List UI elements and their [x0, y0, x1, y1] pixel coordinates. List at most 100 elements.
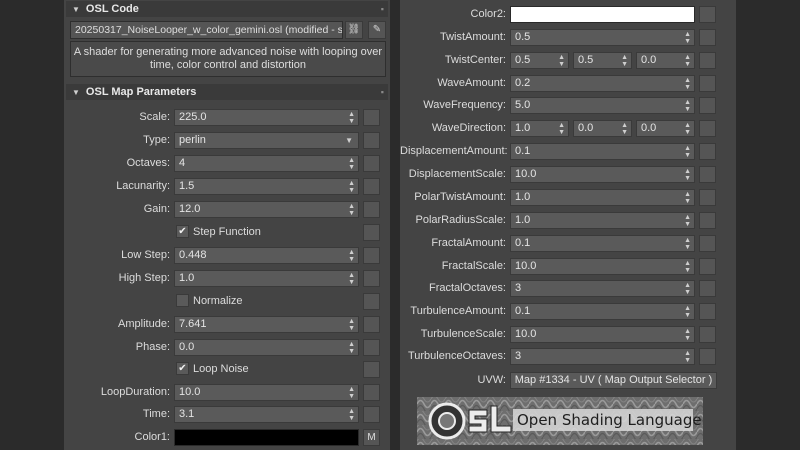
step-function-checkbox[interactable]: ✔ [176, 224, 189, 238]
displacement-amount-map-button[interactable] [699, 143, 716, 160]
color1-swatch[interactable] [174, 429, 359, 446]
loop-noise-toggle[interactable]: ✔ Loop Noise [176, 361, 249, 378]
spinner-arrows-icon[interactable]: ▲ ▼ [348, 156, 355, 171]
spinner-arrows-icon[interactable]: ▲ ▼ [684, 53, 691, 68]
eyedropper-button[interactable]: ✎ [368, 21, 386, 39]
time-map-button[interactable] [363, 406, 380, 423]
twist-center-z-spinner[interactable]: 0.0 ▲ ▼ [636, 52, 695, 69]
spinner-arrows-icon[interactable]: ▲ ▼ [348, 248, 355, 263]
step-function-map-button[interactable] [363, 224, 380, 241]
osl-map-parameters-rollout-header[interactable]: ▼ OSL Map Parameters ▪ [66, 84, 388, 100]
loop-noise-map-button[interactable] [363, 361, 380, 378]
wave-direction-y-spinner[interactable]: 0.0 ▲ ▼ [573, 120, 632, 137]
twist-center-x-spinner[interactable]: 0.5 ▲ ▼ [510, 52, 569, 69]
polar-twist-amount-spinner[interactable]: 1.0 ▲ ▼ [510, 189, 695, 206]
time-spinner[interactable]: 3.1 ▲ ▼ [174, 406, 359, 423]
spinner-arrows-icon[interactable]: ▲ ▼ [348, 179, 355, 194]
amplitude-map-button[interactable] [363, 316, 380, 333]
fractal-amount-spinner[interactable]: 0.1 ▲ ▼ [510, 235, 695, 252]
normalize-map-button[interactable] [363, 293, 380, 310]
spinner-arrows-icon[interactable]: ▲ ▼ [348, 340, 355, 355]
wave-frequency-map-button[interactable] [699, 97, 716, 114]
polar-radius-scale-map-button[interactable] [699, 212, 716, 229]
scale-spinner[interactable]: 225.0 ▲ ▼ [174, 109, 359, 126]
spinner-arrows-icon[interactable]: ▲ ▼ [684, 167, 691, 182]
spinner-arrows-icon[interactable]: ▲ ▼ [684, 30, 691, 45]
spinner-arrows-icon[interactable]: ▲ ▼ [684, 144, 691, 159]
turbulence-scale-map-button[interactable] [699, 326, 716, 343]
scale-map-button[interactable] [363, 109, 380, 126]
spinner-arrows-icon[interactable]: ▲ ▼ [348, 110, 355, 125]
amplitude-spinner[interactable]: 7.641 ▲ ▼ [174, 316, 359, 333]
spinner-arrows-icon[interactable]: ▲ ▼ [684, 349, 691, 364]
spinner-arrows-icon[interactable]: ▲ ▼ [684, 121, 691, 136]
polar-radius-scale-spinner[interactable]: 1.0 ▲ ▼ [510, 212, 695, 229]
turbulence-scale-spinner[interactable]: 10.0 ▲ ▼ [510, 326, 695, 343]
type-dropdown[interactable]: perlin ▼ [174, 132, 359, 149]
wave-direction-z-spinner[interactable]: 0.0 ▲ ▼ [636, 120, 695, 137]
spinner-arrows-icon[interactable]: ▲ ▼ [684, 236, 691, 251]
low-step-spinner[interactable]: 0.448 ▲ ▼ [174, 247, 359, 264]
osl-code-rollout-header[interactable]: ▼ OSL Code ▪ [66, 1, 388, 17]
polar-twist-amount-map-button[interactable] [699, 189, 716, 206]
high-step-spinner[interactable]: 1.0 ▲ ▼ [174, 270, 359, 287]
phase-spinner[interactable]: 0.0 ▲ ▼ [174, 339, 359, 356]
spinner-arrows-icon[interactable]: ▲ ▼ [621, 121, 628, 136]
spinner-arrows-icon[interactable]: ▲ ▼ [684, 259, 691, 274]
lacunarity-map-button[interactable] [363, 178, 380, 195]
loop-duration-spinner[interactable]: 10.0 ▲ ▼ [174, 384, 359, 401]
normalize-checkbox[interactable] [176, 293, 189, 307]
turbulence-amount-spinner[interactable]: 0.1 ▲ ▼ [510, 303, 695, 320]
normalize-toggle[interactable]: Normalize [176, 293, 243, 310]
phase-map-button[interactable] [363, 339, 380, 356]
fractal-scale-map-button[interactable] [699, 258, 716, 275]
spinner-arrows-icon[interactable]: ▲ ▼ [558, 121, 565, 136]
turbulence-octaves-spinner[interactable]: 3 ▲ ▼ [510, 348, 695, 365]
octaves-spinner[interactable]: 4 ▲ ▼ [174, 155, 359, 172]
turbulence-amount-map-button[interactable] [699, 303, 716, 320]
low-step-map-button[interactable] [363, 247, 380, 264]
spinner-arrows-icon[interactable]: ▲ ▼ [684, 213, 691, 228]
spinner-arrows-icon[interactable]: ▲ ▼ [684, 76, 691, 91]
wave-amount-spinner[interactable]: 0.2 ▲ ▼ [510, 75, 695, 92]
fractal-scale-spinner[interactable]: 10.0 ▲ ▼ [510, 258, 695, 275]
turbulence-octaves-map-button[interactable] [699, 348, 716, 365]
osl-file-name[interactable]: 20250317_NoiseLooper_w_color_gemini.osl … [70, 21, 343, 39]
color1-map-button[interactable]: M [363, 429, 380, 446]
twist-center-y-spinner[interactable]: 0.5 ▲ ▼ [573, 52, 632, 69]
displacement-scale-spinner[interactable]: 10.0 ▲ ▼ [510, 166, 695, 183]
spinner-arrows-icon[interactable]: ▲ ▼ [684, 281, 691, 296]
gain-spinner[interactable]: 12.0 ▲ ▼ [174, 201, 359, 218]
octaves-map-button[interactable] [363, 155, 380, 172]
gain-map-button[interactable] [363, 201, 380, 218]
displacement-amount-spinner[interactable]: 0.1 ▲ ▼ [510, 143, 695, 160]
twist-amount-map-button[interactable] [699, 29, 716, 46]
fractal-octaves-spinner[interactable]: 3 ▲ ▼ [510, 280, 695, 297]
spinner-arrows-icon[interactable]: ▲ ▼ [684, 304, 691, 319]
wave-direction-x-spinner[interactable]: 1.0 ▲ ▼ [510, 120, 569, 137]
spinner-arrows-icon[interactable]: ▲ ▼ [684, 327, 691, 342]
spinner-arrows-icon[interactable]: ▲ ▼ [558, 53, 565, 68]
twist-amount-spinner[interactable]: 0.5 ▲ ▼ [510, 29, 695, 46]
twist-center-map-button[interactable] [699, 52, 716, 69]
spinner-arrows-icon[interactable]: ▲ ▼ [684, 98, 691, 113]
wave-amount-map-button[interactable] [699, 75, 716, 92]
displacement-scale-map-button[interactable] [699, 166, 716, 183]
fractal-amount-map-button[interactable] [699, 235, 716, 252]
spinner-arrows-icon[interactable]: ▲ ▼ [684, 190, 691, 205]
spinner-arrows-icon[interactable]: ▲ ▼ [348, 271, 355, 286]
spinner-arrows-icon[interactable]: ▲ ▼ [348, 317, 355, 332]
high-step-map-button[interactable] [363, 270, 380, 287]
loop-noise-checkbox[interactable]: ✔ [176, 361, 189, 375]
uvw-map-button[interactable]: Map #1334 - UV ( Map Output Selector ) [510, 372, 717, 389]
color2-swatch[interactable] [510, 6, 695, 23]
spinner-arrows-icon[interactable]: ▲ ▼ [348, 385, 355, 400]
link-button[interactable]: ⛓ [345, 21, 363, 39]
step-function-toggle[interactable]: ✔ Step Function [176, 224, 261, 241]
loop-duration-map-button[interactable] [363, 384, 380, 401]
spinner-arrows-icon[interactable]: ▲ ▼ [348, 202, 355, 217]
lacunarity-spinner[interactable]: 1.5 ▲ ▼ [174, 178, 359, 195]
spinner-arrows-icon[interactable]: ▲ ▼ [348, 407, 355, 422]
wave-direction-map-button[interactable] [699, 120, 716, 137]
type-map-button[interactable] [363, 132, 380, 149]
